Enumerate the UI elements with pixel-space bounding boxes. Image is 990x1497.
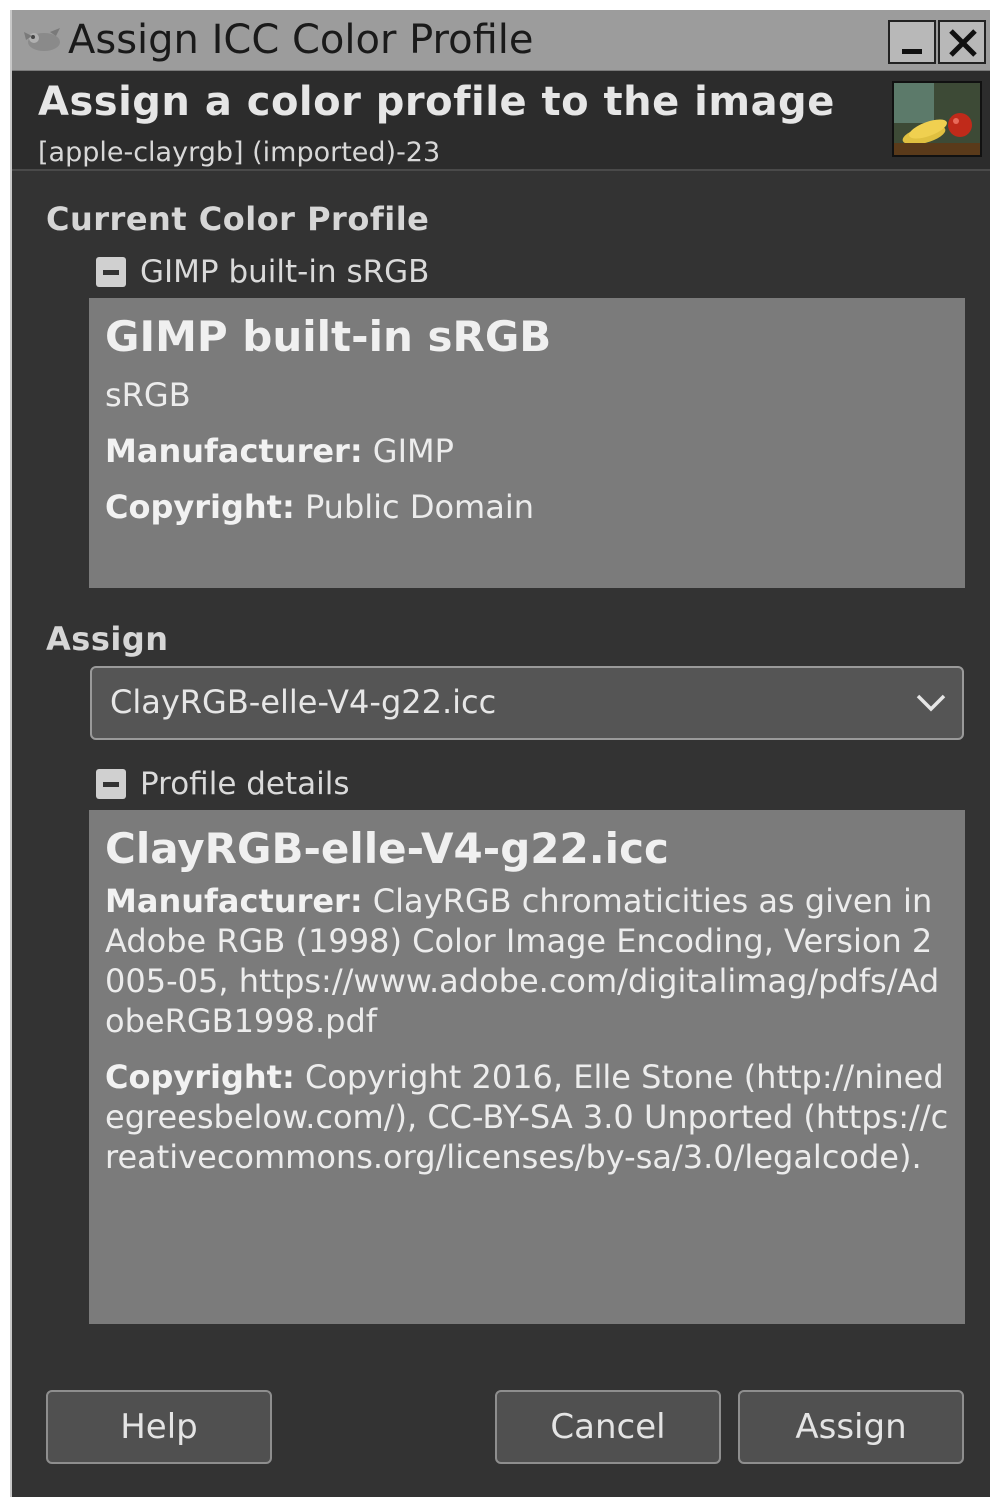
assign-icc-dialog: Assign ICC Color Profile Assign a color … xyxy=(10,10,990,1497)
current-profile-description: sRGB xyxy=(105,376,191,414)
collapse-minus-icon xyxy=(96,257,126,287)
current-profile-expander[interactable]: GIMP built-in sRGB xyxy=(96,252,429,292)
assign-manufacturer: Manufacturer: ClayRGB chromaticities as … xyxy=(105,881,949,1041)
current-profile-details: GIMP built-in sRGB sRGB Manufacturer: GI… xyxy=(89,298,965,588)
copyright-key: Copyright: xyxy=(105,488,295,526)
assign-profile-details: ClayRGB-elle-V4-g22.icc Manufacturer: Cl… xyxy=(89,810,965,1324)
assign-copyright: Copyright: Copyright 2016, Elle Stone (h… xyxy=(105,1057,949,1177)
gimp-wilber-icon xyxy=(20,26,64,54)
profile-details-label: Profile details xyxy=(140,766,350,802)
current-copyright: Copyright: Public Domain xyxy=(105,487,949,527)
minimize-icon xyxy=(902,49,922,54)
title-bar[interactable]: Assign ICC Color Profile xyxy=(12,10,990,71)
window-title: Assign ICC Color Profile xyxy=(68,17,534,63)
manufacturer-key: Manufacturer: xyxy=(105,882,363,920)
manufacturer-value: GIMP xyxy=(372,432,454,470)
copyright-value: Public Domain xyxy=(304,488,534,526)
selected-profile: ClayRGB-elle-V4-g22.icc xyxy=(110,683,497,721)
profile-combo-box[interactable]: ClayRGB-elle-V4-g22.icc xyxy=(90,666,964,740)
chevron-down-icon xyxy=(916,694,946,712)
help-button[interactable]: Help xyxy=(46,1390,272,1464)
profile-details-expander[interactable]: Profile details xyxy=(96,764,350,804)
collapse-minus-icon xyxy=(96,769,126,799)
minimize-button[interactable] xyxy=(888,20,936,64)
dialog-heading: Assign a color profile to the image xyxy=(38,79,835,125)
current-profile-expander-label: GIMP built-in sRGB xyxy=(140,254,430,290)
cancel-button[interactable]: Cancel xyxy=(495,1390,721,1464)
copyright-key: Copyright: xyxy=(105,1058,295,1096)
current-profile-name: GIMP built-in sRGB xyxy=(105,312,552,361)
assign-button[interactable]: Assign xyxy=(738,1390,964,1464)
image-name: [apple-clayrgb] (imported)-23 xyxy=(38,137,441,168)
manufacturer-key: Manufacturer: xyxy=(105,432,363,470)
image-thumbnail xyxy=(892,81,982,157)
dialog-header: Assign a color profile to the image [app… xyxy=(12,71,990,171)
close-icon xyxy=(949,29,977,57)
close-button[interactable] xyxy=(938,20,986,64)
assign-label: Assign xyxy=(46,620,169,658)
assign-profile-name: ClayRGB-elle-V4-g22.icc xyxy=(105,824,669,873)
current-profile-label: Current Color Profile xyxy=(46,200,430,238)
current-manufacturer: Manufacturer: GIMP xyxy=(105,431,949,471)
